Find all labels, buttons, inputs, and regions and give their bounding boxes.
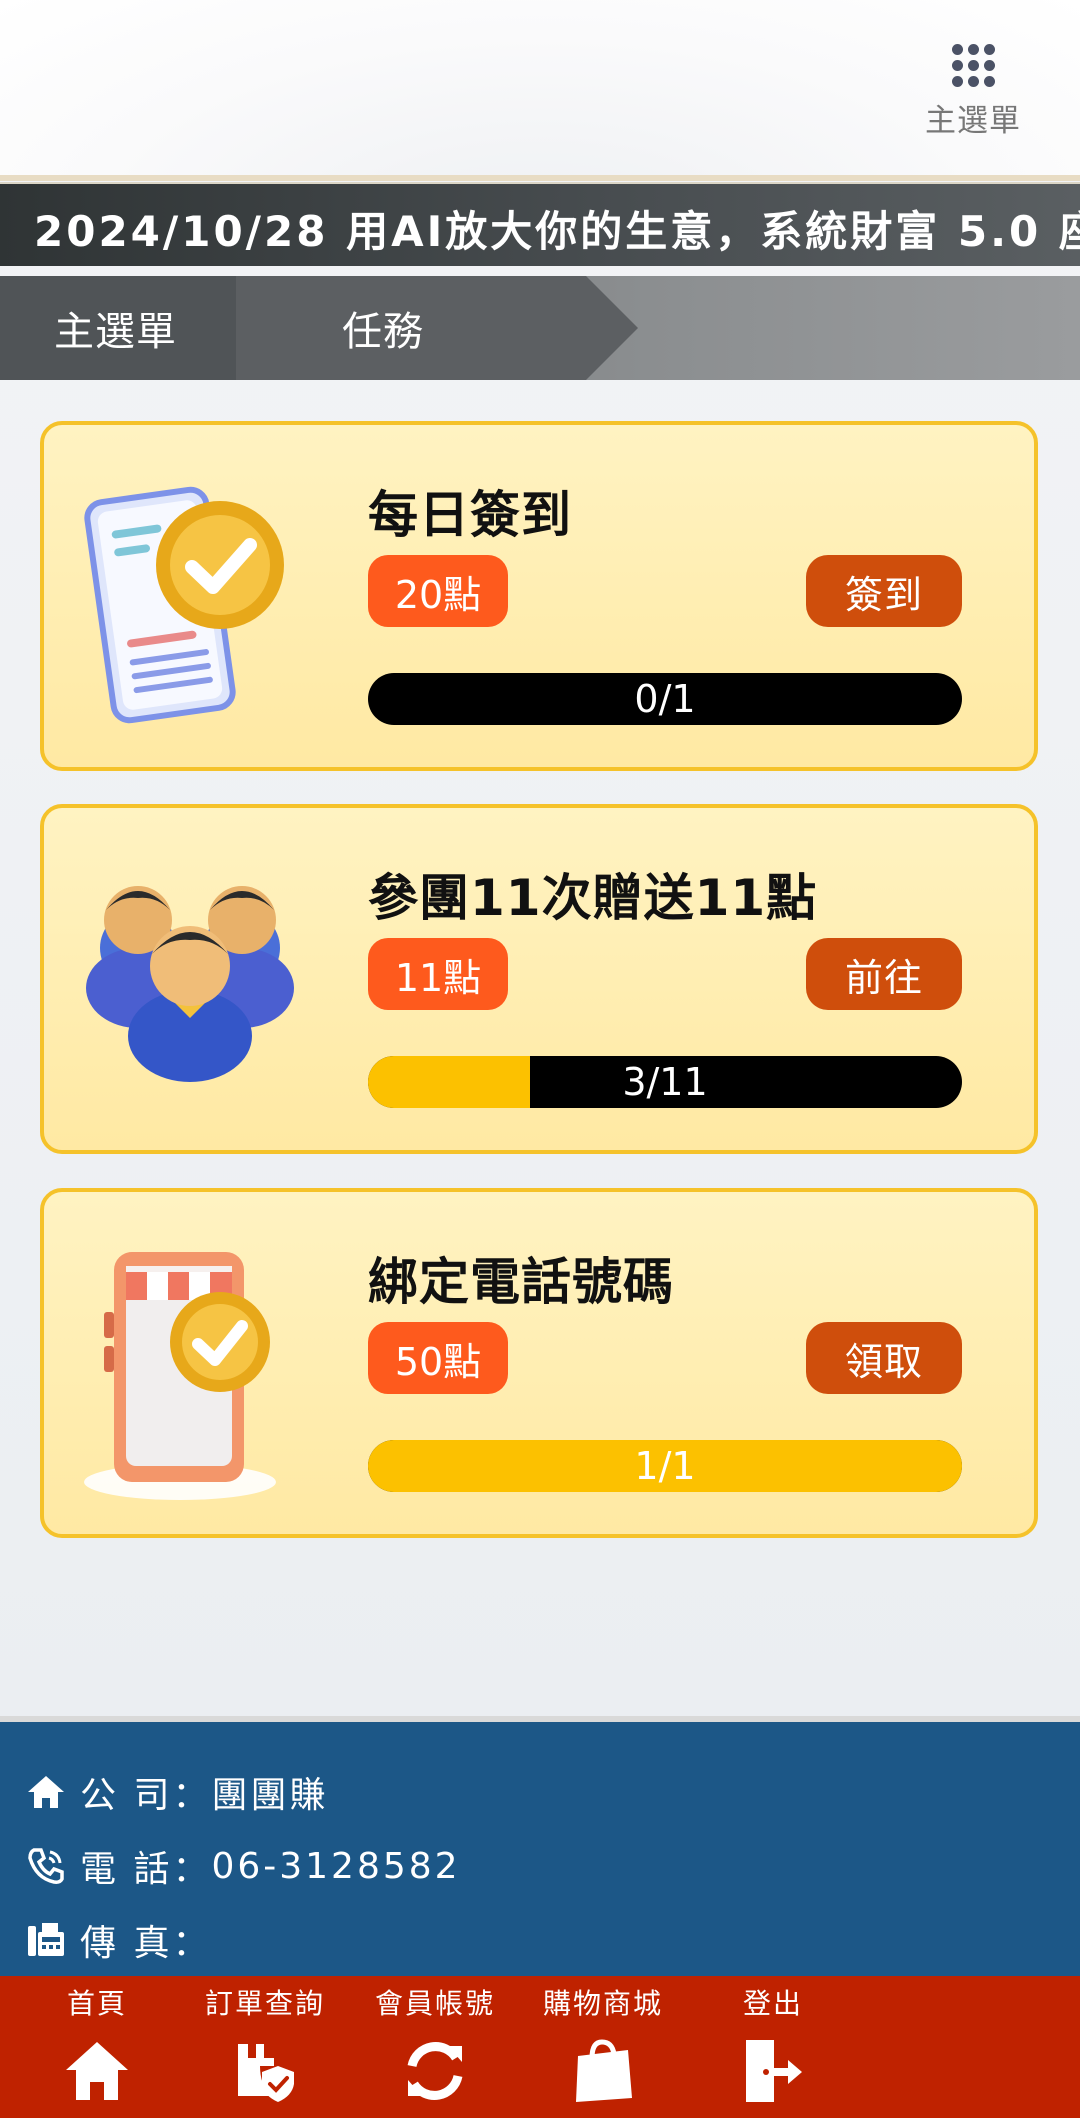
task-title: 參團11次贈送11點: [368, 869, 818, 927]
group-users-icon: [86, 886, 294, 1082]
phone-icon: [28, 1848, 64, 1884]
nav-shopping-mall[interactable]: 購物商城: [518, 1976, 688, 2118]
claim-button[interactable]: 領取: [806, 1322, 962, 1394]
phone-label: 電 話：: [80, 1849, 212, 1890]
fax-icon: [28, 1923, 64, 1956]
nav-label: 會員帳號: [374, 1987, 495, 2020]
task-progress-bar: 1/1: [368, 1440, 962, 1492]
task-title: 每日簽到: [368, 486, 572, 544]
checkin-document-icon: [84, 486, 284, 724]
go-button[interactable]: 前往: [806, 938, 962, 1010]
task-progress-bar: 3/11: [368, 1056, 962, 1108]
task-title: 綁定電話號碼: [368, 1253, 674, 1311]
logout-icon: [746, 2040, 802, 2102]
breadcrumb: 主選單 任務: [0, 276, 1080, 380]
points-badge: 50點: [368, 1322, 508, 1394]
fax-row: 傳 真：: [26, 1914, 211, 1966]
nav-label: 首頁: [66, 1987, 127, 2020]
breadcrumb-tasks[interactable]: 任務: [236, 276, 586, 380]
refresh-icon: [407, 2042, 463, 2100]
nav-home[interactable]: 首頁: [12, 1976, 182, 2118]
nav-label: 訂單查詢: [204, 1987, 325, 2020]
company-label: 公 司：: [80, 1775, 212, 1816]
shopping-bag-icon: [576, 2039, 632, 2102]
company-row: 公 司： 團團賺: [26, 1766, 328, 1818]
home-icon: [66, 2042, 128, 2100]
breadcrumb-separator: [586, 276, 638, 380]
home-icon: [28, 1776, 64, 1808]
main-menu-button[interactable]: 主選單: [918, 44, 1028, 140]
app-header: 主選單: [0, 0, 1080, 181]
task-progress-bar: 0/1: [368, 673, 962, 725]
nav-order-search[interactable]: 訂單查詢: [180, 1976, 350, 2118]
nav-label: 購物商城: [542, 1987, 663, 2020]
progress-text: 3/11: [622, 1060, 708, 1104]
task-card-bind-phone: 綁定電話號碼 50點 領取 1/1: [40, 1188, 1038, 1538]
order-search-icon: [238, 2044, 294, 2102]
company-info-footer: 公 司： 團團賺 電 話： 06-3128582 傳 真：: [0, 1716, 1080, 1982]
task-card-daily-checkin: 每日簽到 20點 簽到 0/1: [40, 421, 1038, 771]
points-badge: 20點: [368, 555, 508, 627]
announcement-marquee: 2024/10/28 用AI放大你的生意，系統財富 5.0 座談會: [0, 182, 1080, 266]
main-menu-label: 主選單: [925, 103, 1021, 139]
nav-label: 登出: [742, 1987, 803, 2020]
points-badge: 11點: [368, 938, 508, 1010]
phone-value[interactable]: 06-3128582: [211, 1846, 460, 1887]
bottom-navigation: 首頁 訂單查詢 會員帳號 購物商城 登出: [0, 1976, 1080, 2118]
company-value: 團團賺: [211, 1775, 329, 1816]
nav-member-account[interactable]: 會員帳號: [350, 1976, 520, 2118]
checkin-button[interactable]: 簽到: [806, 555, 962, 627]
nav-logout[interactable]: 登出: [688, 1976, 858, 2118]
fax-label: 傳 真：: [80, 1923, 212, 1964]
phone-shop-verified-icon: [84, 1252, 276, 1500]
grid-menu-icon: [951, 44, 995, 87]
progress-text: 0/1: [634, 677, 696, 721]
announcement-text[interactable]: 2024/10/28 用AI放大你的生意，系統財富 5.0 座談會: [34, 198, 1080, 259]
progress-text: 1/1: [634, 1444, 696, 1488]
phone-row: 電 話： 06-3128582: [26, 1840, 461, 1892]
task-card-group-join: 參團11次贈送11點 11點 前往 3/11: [40, 804, 1038, 1154]
breadcrumb-main-menu[interactable]: 主選單: [0, 276, 236, 380]
